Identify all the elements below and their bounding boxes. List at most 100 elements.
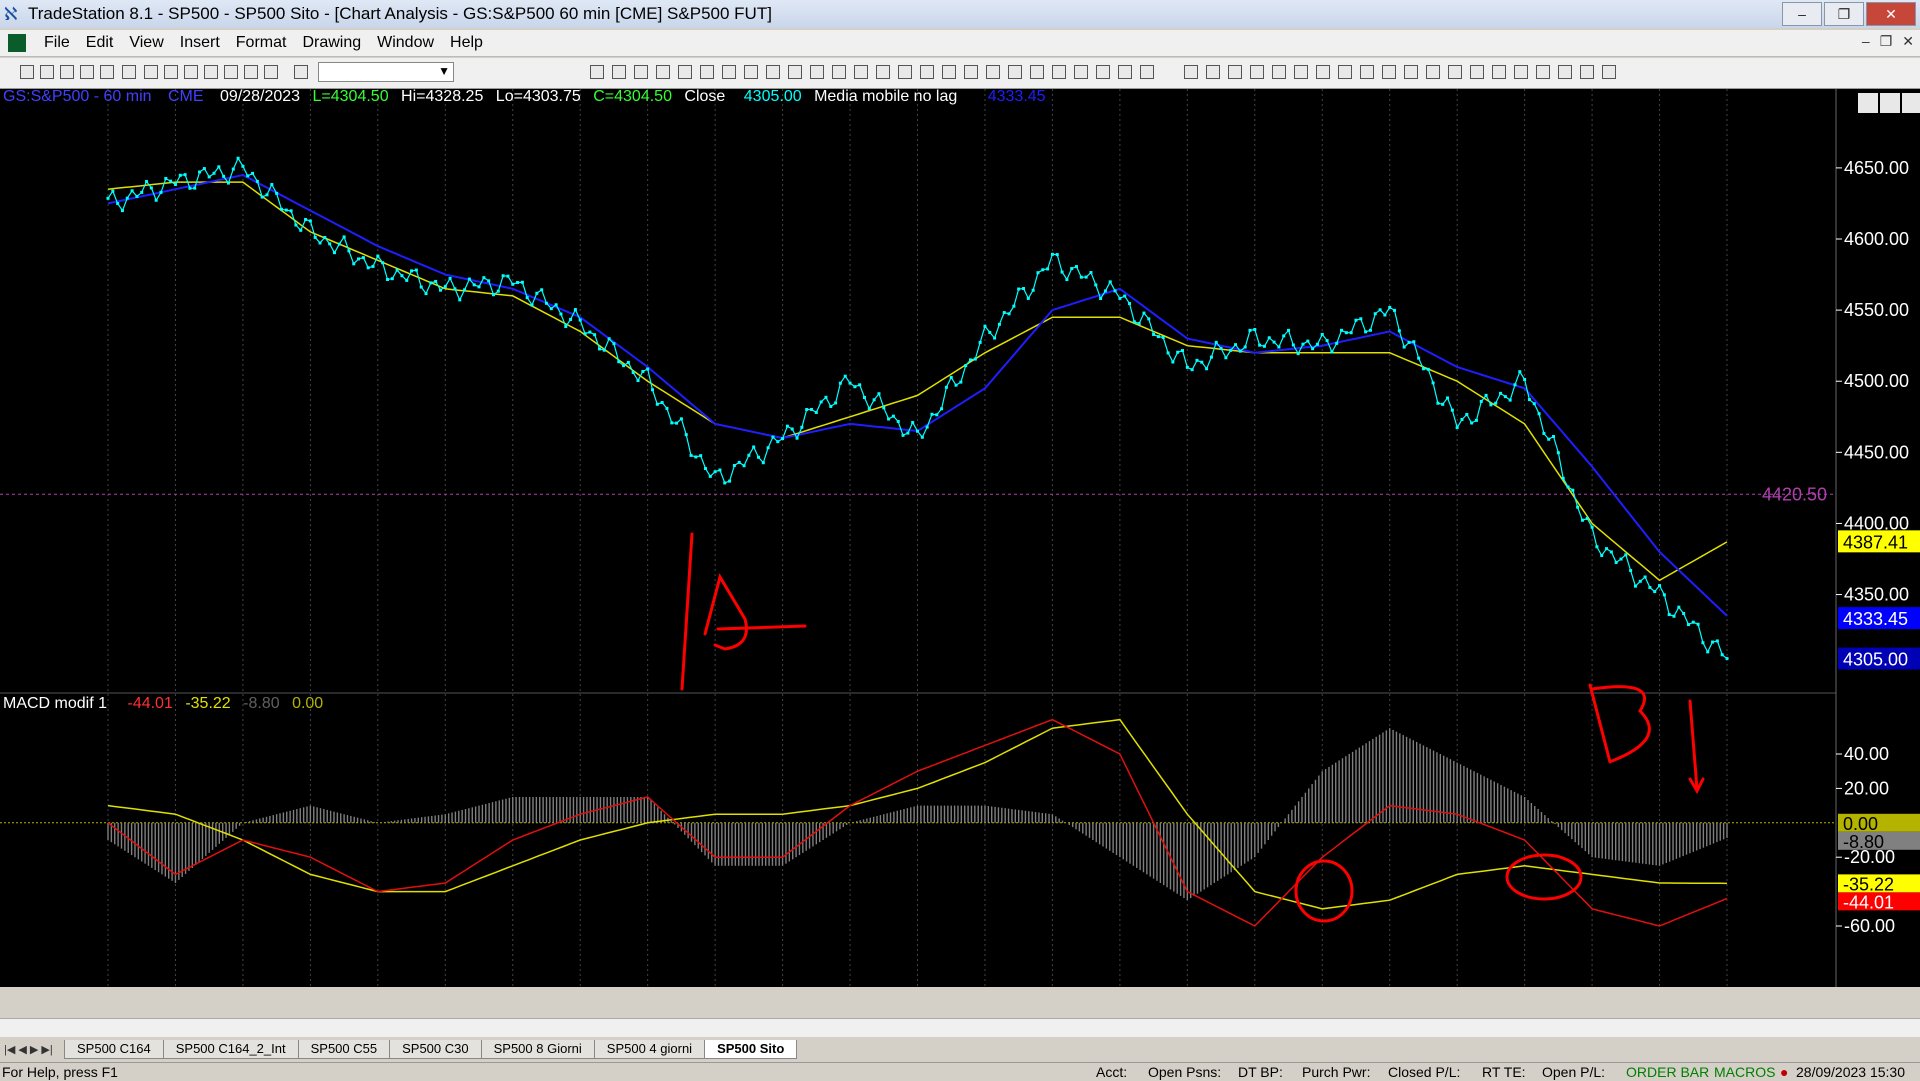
toolbar-button-icon[interactable] (1030, 65, 1044, 79)
toolbar-button-icon[interactable] (164, 65, 178, 79)
toolbar-button-icon[interactable] (942, 65, 956, 79)
toolbar-button-icon[interactable] (1250, 65, 1264, 79)
toolbar-button-icon[interactable] (1470, 65, 1484, 79)
toolbar-button-icon[interactable] (700, 65, 714, 79)
close-price-point (140, 190, 144, 194)
close-price-point (655, 402, 659, 406)
toolbar-button-icon[interactable] (1492, 65, 1506, 79)
toolbar-button-icon[interactable] (964, 65, 978, 79)
toolbar-button-icon[interactable] (1448, 65, 1462, 79)
toolbar-button-icon[interactable] (590, 65, 604, 79)
toolbar-button-icon[interactable] (60, 65, 74, 79)
toolbar-button-icon[interactable] (1580, 65, 1594, 79)
toolbar-button-icon[interactable] (224, 65, 238, 79)
toolbar-button-icon[interactable] (1426, 65, 1440, 79)
toolbar-button-icon[interactable] (204, 65, 218, 79)
toolbar-button-icon[interactable] (898, 65, 912, 79)
toolbar-button-icon[interactable] (1206, 65, 1220, 79)
chart-window[interactable]: GS:S&P500 - 60 min CME 09/28/2023 L=4304… (0, 88, 1920, 1018)
toolbar-button-icon[interactable] (1008, 65, 1022, 79)
toolbar-button-icon[interactable] (1382, 65, 1396, 79)
panel-minimize-button[interactable] (1858, 93, 1878, 113)
toolbar-button-icon[interactable] (184, 65, 198, 79)
maximize-button[interactable]: ❐ (1824, 2, 1864, 26)
status-order-bar[interactable]: ORDER BAR (1626, 1064, 1709, 1080)
menu-window[interactable]: Window (369, 34, 442, 52)
menu-insert[interactable]: Insert (172, 34, 228, 52)
tab-sp500-c30[interactable]: SP500 C30 (389, 1039, 482, 1059)
tab-sp500-4-giorni[interactable]: SP500 4 giorni (593, 1039, 706, 1059)
toolbar-button-icon[interactable] (40, 65, 54, 79)
toolbar-button-icon[interactable] (1536, 65, 1550, 79)
tab-sp500-c55[interactable]: SP500 C55 (297, 1039, 391, 1059)
toolbar-button-icon[interactable] (920, 65, 934, 79)
menu-file[interactable]: File (36, 34, 78, 52)
toolbar-button-icon[interactable] (1360, 65, 1374, 79)
toolbar-button-icon[interactable] (1118, 65, 1132, 79)
toolbar-button-icon[interactable] (788, 65, 802, 79)
tradestation-app-icon[interactable]: ℵ (4, 5, 22, 23)
close-price-point (1706, 650, 1710, 654)
toolbar-button-icon[interactable] (100, 65, 114, 79)
tab-sp500-sito[interactable]: SP500 Sito (704, 1039, 798, 1059)
mdi-close-button[interactable]: ✕ (1902, 33, 1914, 50)
toolbar-button-icon[interactable] (678, 65, 692, 79)
toolbar-button-icon[interactable] (1272, 65, 1286, 79)
toolbar-button-icon[interactable] (986, 65, 1000, 79)
toolbar-button-icon[interactable] (1052, 65, 1066, 79)
menu-format[interactable]: Format (228, 34, 295, 52)
toolbar-button-icon[interactable] (656, 65, 670, 79)
toolbar-button-icon[interactable] (876, 65, 890, 79)
toolbar-button-icon[interactable] (1404, 65, 1418, 79)
toolbar-button-icon[interactable] (264, 65, 278, 79)
menu-drawing[interactable]: Drawing (294, 34, 369, 52)
toolbar-button-icon[interactable] (80, 65, 94, 79)
toolbar-button-icon[interactable] (1294, 65, 1308, 79)
toolbar-button-icon[interactable] (144, 65, 158, 79)
toolbar-button-icon[interactable] (1514, 65, 1528, 79)
mdi-restore-button[interactable]: ❐ (1880, 33, 1893, 50)
close-price-point (988, 330, 992, 334)
toolbar-button-icon[interactable] (744, 65, 758, 79)
toolbar-button-icon[interactable] (1184, 65, 1198, 79)
toolbar-button-icon[interactable] (722, 65, 736, 79)
toolbar-button-icon[interactable] (122, 65, 136, 79)
toolbar-button-icon[interactable] (832, 65, 846, 79)
toolbar-button-icon[interactable] (1338, 65, 1352, 79)
tab-navigation-arrows[interactable]: |◀ ◀ ▶ ▶| (0, 1043, 64, 1056)
toolbar-button-icon[interactable] (1228, 65, 1242, 79)
close-button[interactable]: ✕ (1866, 2, 1916, 26)
toolbar-button-icon[interactable] (766, 65, 780, 79)
toolbar-button-icon[interactable] (1316, 65, 1330, 79)
mdi-minimize-button[interactable]: – (1862, 33, 1870, 50)
tab-sp500-8-giorni[interactable]: SP500 8 Giorni (480, 1039, 595, 1059)
toolbar-button-icon[interactable] (1096, 65, 1110, 79)
status-macros[interactable]: MACROS (1714, 1064, 1775, 1080)
close-price-point (708, 474, 712, 478)
toolbar-button-icon[interactable] (1602, 65, 1616, 79)
toolbar-button-icon[interactable] (244, 65, 258, 79)
chevron-down-icon[interactable]: ▼ (438, 64, 450, 78)
menu-view[interactable]: View (121, 34, 171, 52)
toolbar-button-icon[interactable] (20, 65, 34, 79)
horizontal-scrollbar[interactable] (0, 1018, 1920, 1037)
toolbar-button-icon[interactable] (294, 65, 308, 79)
toolbar-button-icon[interactable] (612, 65, 626, 79)
symbol-combo[interactable]: ▼ (318, 62, 454, 82)
tab-sp500-c164[interactable]: SP500 C164 (64, 1039, 164, 1059)
close-price-point (1243, 345, 1247, 349)
panel-restore-button[interactable] (1880, 93, 1900, 113)
minimize-button[interactable]: – (1782, 2, 1822, 26)
toolbar-button-icon[interactable] (634, 65, 648, 79)
tab-sp500-c164-2-int[interactable]: SP500 C164_2_Int (162, 1039, 299, 1059)
menu-edit[interactable]: Edit (78, 34, 122, 52)
chart-window-icon[interactable] (8, 34, 26, 52)
toolbar-button-icon[interactable] (1074, 65, 1088, 79)
toolbar-button-icon[interactable] (854, 65, 868, 79)
toolbar-button-icon[interactable] (1140, 65, 1154, 79)
menu-help[interactable]: Help (442, 34, 491, 52)
chart-svg[interactable]: GS:S&P500 - 60 min CME 09/28/2023 L=4304… (0, 88, 1920, 1018)
toolbar-button-icon[interactable] (810, 65, 824, 79)
toolbar-button-icon[interactable] (1558, 65, 1572, 79)
panel-close-button[interactable] (1902, 93, 1920, 113)
